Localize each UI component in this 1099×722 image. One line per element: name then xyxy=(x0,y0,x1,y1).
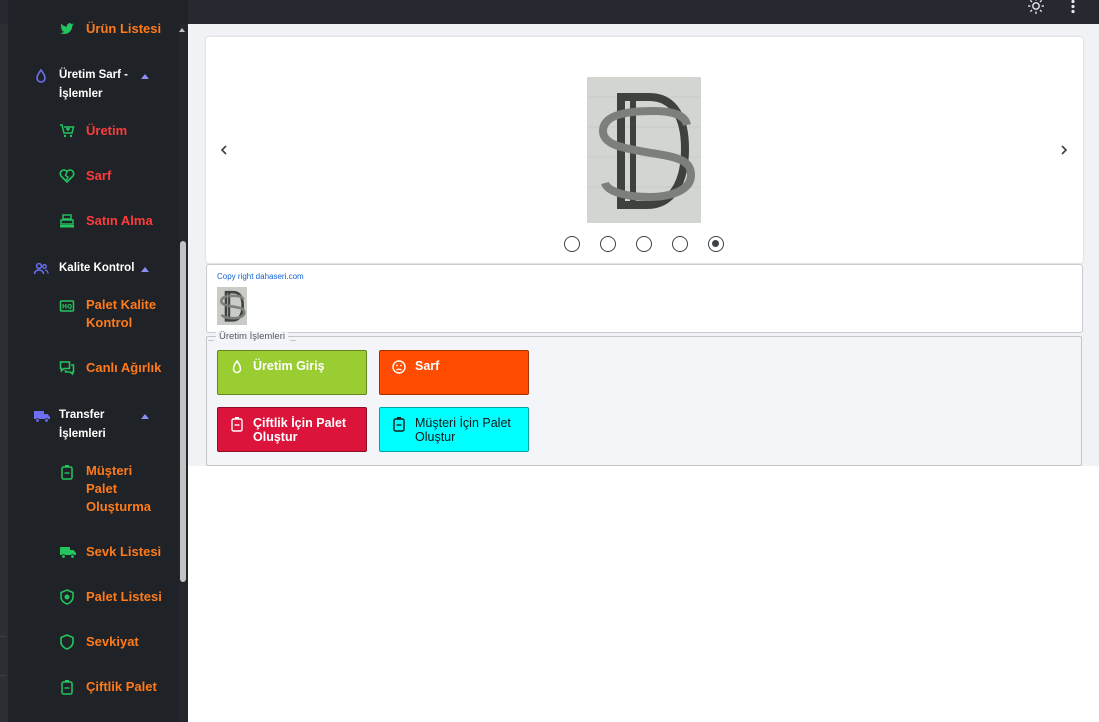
hq-badge-icon: HQ xyxy=(59,298,75,314)
heart-broken-icon xyxy=(59,168,75,184)
sidebar-item-palet-kalite-kontrol[interactable]: HQ Palet Kalite Kontrol xyxy=(8,296,180,336)
more-vertical-icon[interactable] xyxy=(1066,0,1080,16)
ciftlik-palet-olustur-button[interactable]: Çiftlik İçin Palet Oluştur xyxy=(217,407,367,452)
sidebar-item-canli-agirlik[interactable]: Canlı Ağırlık xyxy=(8,359,180,379)
shield-icon xyxy=(59,634,75,650)
company-logo-thumbnail xyxy=(217,287,247,325)
sun-icon[interactable] xyxy=(1027,0,1045,14)
image-carousel xyxy=(206,37,1083,263)
fieldset-legend: Üretim İşlemleri xyxy=(208,331,296,343)
sidebar-item-musteri-palet-olusturma[interactable]: Müşteri Palet Oluşturma xyxy=(8,462,180,518)
svg-text:HQ: HQ xyxy=(62,304,72,311)
scroll-up-arrow-icon[interactable] xyxy=(179,28,185,32)
sidebar-item-label: Sarf xyxy=(86,168,112,183)
carousel-dot-1[interactable] xyxy=(564,236,580,252)
sidebar-group-label: Üretim Sarf - İşlemler xyxy=(59,69,129,100)
battery-icon xyxy=(59,679,75,695)
copyright-card: Copy right dahaseri.com xyxy=(206,264,1083,333)
battery-icon xyxy=(229,416,245,432)
sidebar-item-uretim[interactable]: Üretim xyxy=(8,122,180,142)
sidebar-item-label: Palet Kalite Kontrol xyxy=(86,297,157,330)
sidebar-item-label: Çiftlik Palet xyxy=(86,679,157,694)
sidebar-item-label: Sevk Listesi xyxy=(86,544,162,559)
users-icon xyxy=(33,261,49,277)
truck-icon xyxy=(59,544,76,560)
cash-register-icon xyxy=(59,213,75,229)
sidebar-item-satin-alma[interactable]: Satın Alma xyxy=(8,212,180,232)
sidebar-item-label: Palet Listesi xyxy=(86,589,162,604)
water-drop-icon xyxy=(33,68,49,84)
truck-icon xyxy=(33,408,50,424)
chat-bubbles-icon xyxy=(59,360,75,376)
sidebar-item-urun-listesi[interactable]: Ürün Listesi xyxy=(8,20,180,40)
sarf-button[interactable]: Sarf xyxy=(379,350,529,395)
carousel-logo-image xyxy=(587,77,701,223)
sidebar-group-kalite-kontrol[interactable]: Kalite Kontrol xyxy=(8,259,180,279)
collapse-caret-icon[interactable] xyxy=(141,414,149,419)
sidebar-item-label: Satın Alma xyxy=(86,213,153,228)
twitter-bird-icon xyxy=(59,21,75,37)
battery-icon xyxy=(59,464,75,480)
sidebar-item-label: Üretim xyxy=(86,123,128,138)
collapse-caret-icon[interactable] xyxy=(141,74,149,79)
cart-plus-icon xyxy=(59,123,75,139)
shield-plus-icon xyxy=(59,589,75,605)
sidebar: Ürün Listesi Üretim Sarf - İşlemler Üret… xyxy=(8,0,188,722)
carousel-dot-5[interactable] xyxy=(708,236,724,252)
sidebar-group-transfer[interactable]: Transfer İşlemleri xyxy=(8,406,180,446)
sidebar-item-label: Ürün Listesi xyxy=(86,21,162,36)
carousel-dot-4[interactable] xyxy=(672,236,688,252)
uretim-giris-button[interactable]: Üretim Giriş xyxy=(217,350,367,395)
collapse-caret-icon[interactable] xyxy=(141,267,149,272)
water-drop-icon xyxy=(229,359,245,375)
carousel-dot-3[interactable] xyxy=(636,236,652,252)
musteri-palet-olustur-button[interactable]: Müşteri İçin Palet Oluştur xyxy=(379,407,529,452)
battery-icon xyxy=(391,416,407,432)
sidebar-item-label: Sevkiyat xyxy=(86,634,139,649)
sidebar-group-label: Transfer İşlemleri xyxy=(59,409,106,440)
sidebar-item-ciftlik-palet[interactable]: Çiftlik Palet xyxy=(8,678,180,698)
sidebar-item-sevkiyat[interactable]: Sevkiyat xyxy=(8,633,180,653)
carousel-dot-2[interactable] xyxy=(600,236,616,252)
sidebar-item-sarf[interactable]: Sarf xyxy=(8,167,180,187)
sidebar-item-sevk-listesi[interactable]: Sevk Listesi xyxy=(8,543,180,563)
chevron-right-icon[interactable] xyxy=(1057,143,1071,157)
copyright-link[interactable]: Copy right dahaseri.com xyxy=(217,272,304,281)
sad-face-icon xyxy=(391,359,407,375)
sidebar-scroll-thumb[interactable] xyxy=(180,241,186,582)
sidebar-group-uretim-sarf[interactable]: Üretim Sarf - İşlemler xyxy=(8,66,180,106)
chevron-left-icon[interactable] xyxy=(217,143,231,157)
sidebar-item-label: Müşteri Palet Oluşturma xyxy=(86,463,152,514)
window-edge xyxy=(0,24,8,722)
sidebar-item-label: Canlı Ağırlık xyxy=(86,360,162,375)
sidebar-item-palet-listesi[interactable]: Palet Listesi xyxy=(8,588,180,608)
production-actions-fieldset: Üretim İşlemleri Üretim Giriş Sarf Çiftl… xyxy=(206,331,1082,466)
sidebar-group-label: Kalite Kontrol xyxy=(59,262,135,274)
